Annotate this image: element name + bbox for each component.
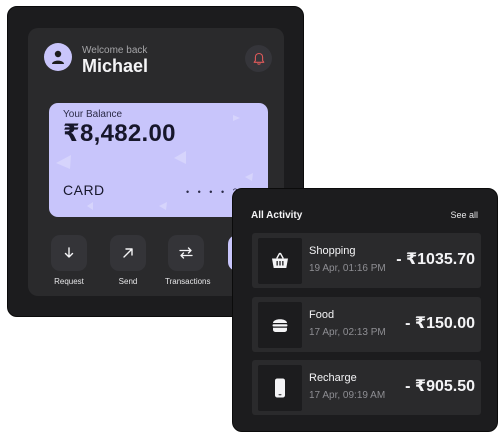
transaction-icon-box	[258, 302, 302, 348]
transaction-amount: - ₹150.00	[405, 315, 475, 332]
user-icon	[52, 50, 64, 64]
send-action[interactable]: Send	[107, 235, 149, 286]
arrow-up-right-icon	[123, 248, 133, 258]
welcome-text: Welcome back	[82, 45, 148, 56]
arrow-down-icon	[64, 247, 74, 258]
transaction-date: 19 Apr, 01:16 PM	[309, 263, 386, 274]
request-action[interactable]: Request	[48, 235, 90, 286]
transaction-date: 17 Apr, 02:13 PM	[309, 327, 386, 338]
send-button[interactable]	[110, 235, 146, 271]
transaction-name: Recharge	[309, 372, 357, 384]
transactions-label: Transactions	[165, 277, 211, 286]
user-avatar[interactable]	[44, 43, 72, 71]
activity-title: All Activity	[251, 210, 303, 221]
transactions-button[interactable]	[168, 235, 204, 271]
burger-icon	[272, 319, 288, 332]
notifications-button[interactable]	[245, 45, 272, 72]
transaction-icon-box	[258, 238, 302, 284]
transaction-amount: - ₹1035.70	[396, 251, 475, 268]
send-label: Send	[118, 277, 138, 286]
transaction-row[interactable]: Food 17 Apr, 02:13 PM - ₹150.00	[252, 297, 481, 352]
activity-panel: All Activity See all Shopping 19 Apr, 01…	[232, 188, 498, 432]
request-label: Request	[54, 277, 84, 286]
balance-amount: ₹8,482.00	[63, 120, 176, 147]
see-all-link[interactable]: See all	[450, 210, 478, 220]
user-name: Michael	[82, 56, 149, 76]
shopping-basket-icon	[272, 252, 288, 268]
transaction-row[interactable]: Shopping 19 Apr, 01:16 PM - ₹1035.70	[252, 233, 481, 288]
transaction-name: Shopping	[309, 245, 356, 257]
transactions-action[interactable]: Transactions	[165, 235, 211, 286]
transaction-amount: - ₹905.50	[405, 378, 475, 395]
transaction-date: 17 Apr, 09:19 AM	[309, 390, 386, 401]
transaction-name: Food	[309, 309, 335, 321]
bell-icon	[253, 52, 264, 65]
swap-arrows-icon	[179, 247, 193, 259]
card-label: CARD	[63, 182, 105, 198]
transaction-row[interactable]: Recharge 17 Apr, 09:19 AM - ₹905.50	[252, 360, 481, 415]
phone-icon	[275, 378, 285, 398]
request-button[interactable]	[51, 235, 87, 271]
transaction-icon-box	[258, 365, 302, 411]
